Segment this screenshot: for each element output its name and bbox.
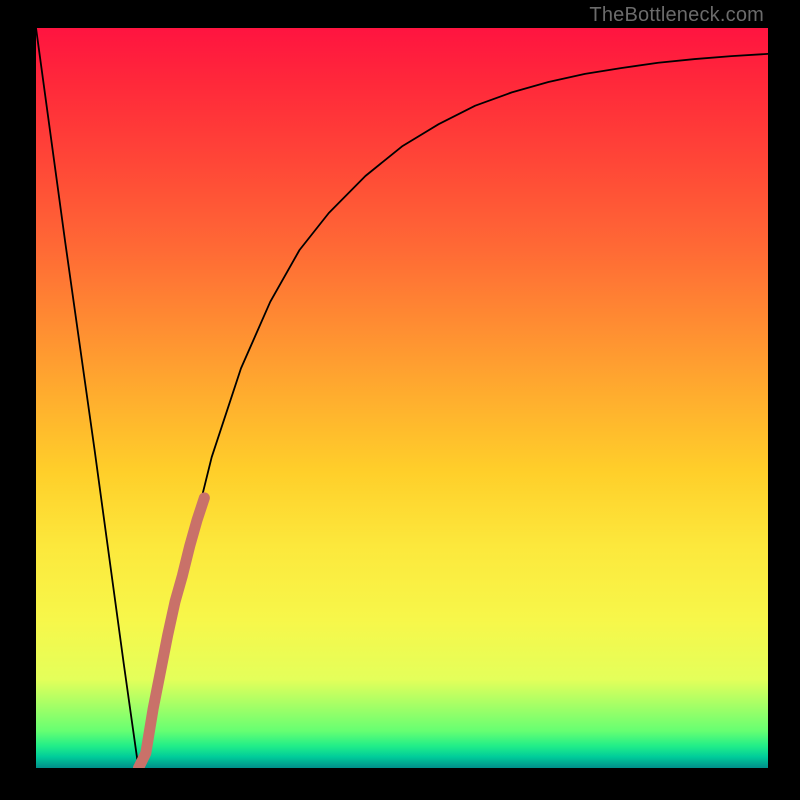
plot-area	[36, 28, 768, 768]
plot-svg	[36, 28, 768, 768]
chart-frame: TheBottleneck.com	[0, 0, 800, 800]
bottleneck-curve	[36, 28, 768, 768]
watermark-text: TheBottleneck.com	[589, 4, 764, 27]
highlight-segment	[138, 498, 204, 768]
